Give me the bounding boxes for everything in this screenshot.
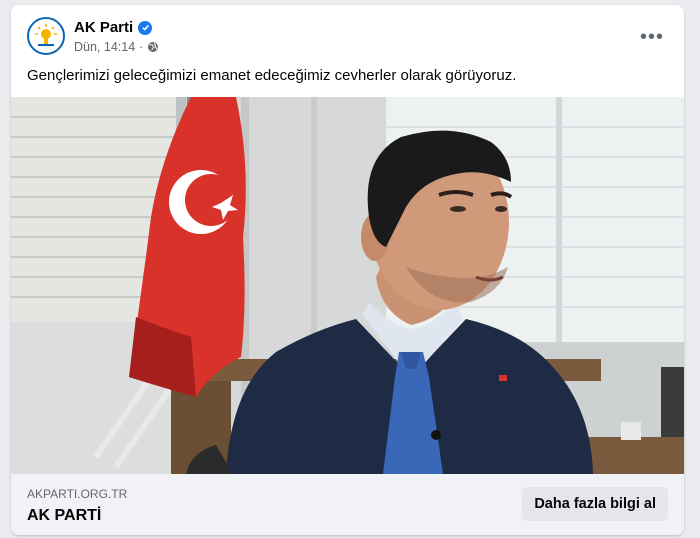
page-avatar[interactable] bbox=[27, 17, 65, 55]
post-caption: Gençlerimizi geleceğimizi emanet edeceği… bbox=[27, 67, 517, 84]
more-options-label: ••• bbox=[639, 25, 664, 48]
video-frame-image bbox=[11, 97, 684, 474]
meta-separator: · bbox=[139, 40, 144, 54]
post-meta: Dün, 14:14 · bbox=[74, 40, 159, 54]
post-video-thumbnail[interactable] bbox=[11, 97, 684, 474]
link-preview-footer[interactable]: AKPARTI.ORG.TR AK PARTİ Daha fazla bilgi… bbox=[11, 474, 684, 535]
post-card: AK Parti Dün, 14:14 · ••• Gençlerimizi g… bbox=[11, 5, 684, 535]
author-name[interactable]: AK Parti bbox=[74, 19, 133, 36]
link-title[interactable]: AK PARTİ bbox=[27, 507, 101, 525]
ak-parti-logo-icon bbox=[35, 24, 57, 46]
post-header: AK Parti Dün, 14:14 · ••• bbox=[11, 5, 684, 65]
verified-badge-icon bbox=[138, 20, 153, 35]
learn-more-button[interactable]: Daha fazla bilgi al bbox=[522, 487, 668, 521]
author-row: AK Parti bbox=[74, 19, 153, 36]
link-domain: AKPARTI.ORG.TR bbox=[27, 487, 128, 501]
post-timestamp[interactable]: Dün, 14:14 bbox=[74, 40, 135, 54]
more-options-icon[interactable]: ••• bbox=[634, 19, 670, 55]
globe-icon bbox=[148, 42, 159, 52]
